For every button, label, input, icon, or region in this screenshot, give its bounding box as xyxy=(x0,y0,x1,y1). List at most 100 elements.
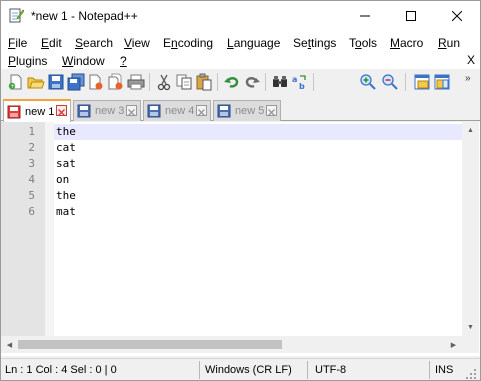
print-icon[interactable] xyxy=(127,73,145,91)
menu-help[interactable]: ? xyxy=(120,54,127,68)
svg-text:a: a xyxy=(292,75,297,84)
notepad-icon xyxy=(9,8,24,23)
saved-file-icon xyxy=(147,104,161,118)
toolbar: + a b » xyxy=(1,69,480,97)
scroll-up-icon[interactable]: ▲ xyxy=(462,122,479,139)
menu-plugins-label: lugins xyxy=(16,54,48,68)
close-window-button[interactable] xyxy=(434,1,480,31)
menu-search-accel: S xyxy=(75,36,84,50)
toolbar-separator xyxy=(265,73,266,91)
new-file-icon[interactable]: + xyxy=(7,73,25,91)
redo-icon[interactable] xyxy=(243,73,261,91)
eol-format[interactable]: Windows (CR LF) xyxy=(205,364,292,376)
paste-icon[interactable] xyxy=(195,73,213,91)
horizontal-scroll-thumb[interactable] xyxy=(18,340,282,349)
vertical-scrollbar[interactable]: ▲ ▼ xyxy=(462,122,479,336)
editor-area[interactable]: 1 2 3 4 5 6 the cat sat on the mat ▲ ▼ ◀… xyxy=(1,122,480,356)
replace-icon[interactable]: ab xyxy=(291,73,309,91)
tab-label: new 5 xyxy=(235,105,265,117)
tab-close-icon[interactable] xyxy=(266,105,277,116)
svg-text:+: + xyxy=(10,83,15,90)
tab-close-icon[interactable] xyxy=(56,105,67,116)
saved-file-icon xyxy=(217,104,231,118)
title-bar: *new 1 - Notepad++ xyxy=(1,1,480,31)
menu-language-accel: L xyxy=(227,36,234,50)
menu-macro-label: acro xyxy=(400,36,424,50)
open-file-icon[interactable] xyxy=(27,73,45,91)
close-file-icon[interactable] xyxy=(87,73,105,91)
menu-edit[interactable]: Edit xyxy=(41,36,62,50)
menu-window[interactable]: Window xyxy=(62,54,105,68)
cursor-position: Ln : 1 Col : 4 Sel : 0 | 0 xyxy=(5,364,117,376)
scroll-right-icon[interactable]: ▶ xyxy=(445,336,462,353)
sync-vertical-icon[interactable] xyxy=(413,73,431,91)
tab-new-3[interactable]: new 3 xyxy=(73,100,141,121)
scroll-left-icon[interactable]: ◀ xyxy=(1,336,18,353)
close-icon xyxy=(452,11,462,21)
menu-language[interactable]: Language xyxy=(227,36,280,50)
saved-file-icon xyxy=(77,104,91,118)
menu-run-accel: R xyxy=(438,36,447,50)
menu-tools-accel: o xyxy=(355,36,362,50)
undo-icon[interactable] xyxy=(223,73,241,91)
menu-tools[interactable]: Tools xyxy=(349,36,377,50)
line-number: 1 xyxy=(28,125,35,138)
code-line[interactable]: the xyxy=(56,188,76,204)
menu-macro[interactable]: Macro xyxy=(390,36,423,50)
menu-window-accel: W xyxy=(62,54,74,68)
sync-horizontal-icon[interactable] xyxy=(433,73,451,91)
line-number: 2 xyxy=(28,141,35,154)
tab-new-1[interactable]: new 1 xyxy=(3,99,71,122)
status-separator xyxy=(199,361,200,379)
minimize-button[interactable] xyxy=(342,1,388,31)
unsaved-file-icon xyxy=(7,105,21,118)
find-icon[interactable] xyxy=(271,73,289,91)
copy-icon[interactable] xyxy=(175,73,193,91)
horizontal-scrollbar[interactable]: ◀ ▶ xyxy=(1,336,462,353)
tab-close-icon[interactable] xyxy=(126,105,137,116)
file-encoding[interactable]: UTF-8 xyxy=(315,364,346,376)
status-bar: Ln : 1 Col : 4 Sel : 0 | 0 Windows (CR L… xyxy=(1,358,480,380)
menu-plugins[interactable]: Plugins xyxy=(8,54,47,68)
status-separator xyxy=(429,361,430,379)
menu-search[interactable]: Search xyxy=(75,36,113,50)
close-document-button[interactable]: X xyxy=(467,53,475,67)
minimize-icon xyxy=(360,15,370,17)
save-all-icon[interactable] xyxy=(67,73,85,91)
code-line[interactable]: cat xyxy=(56,140,76,156)
code-line[interactable]: the xyxy=(56,124,76,140)
cut-icon[interactable] xyxy=(155,73,173,91)
tab-label: new 3 xyxy=(95,105,125,117)
code-line[interactable]: sat xyxy=(56,156,76,172)
tab-bar: new 1 new 3 new 4 new 5 xyxy=(1,97,480,122)
menu-view-accel: V xyxy=(124,36,132,50)
scroll-down-icon[interactable]: ▼ xyxy=(462,319,479,336)
resize-grip-icon[interactable] xyxy=(466,369,476,379)
tab-new-5[interactable]: new 5 xyxy=(213,100,281,121)
maximize-icon xyxy=(406,11,416,21)
menu-encoding[interactable]: Encoding xyxy=(163,36,213,50)
scroll-corner xyxy=(462,336,479,353)
zoom-in-icon[interactable] xyxy=(359,73,377,91)
toolbar-overflow-button[interactable]: » xyxy=(465,73,471,84)
menu-view[interactable]: View xyxy=(124,36,150,50)
maximize-button[interactable] xyxy=(388,1,434,31)
fold-margin[interactable] xyxy=(45,122,54,336)
menu-settings[interactable]: Settings xyxy=(293,36,336,50)
tab-close-icon[interactable] xyxy=(196,105,207,116)
code-line[interactable]: mat xyxy=(56,204,76,220)
menu-window-label: indow xyxy=(73,54,105,68)
line-number: 5 xyxy=(28,189,35,202)
code-line[interactable]: on xyxy=(56,172,69,188)
menu-file[interactable]: File xyxy=(8,36,27,50)
menu-encoding-label: coding xyxy=(177,36,214,50)
window-title: *new 1 - Notepad++ xyxy=(31,9,138,23)
save-icon[interactable] xyxy=(47,73,65,91)
insert-mode[interactable]: INS xyxy=(435,364,453,376)
tab-label: new 4 xyxy=(165,105,195,117)
tab-new-4[interactable]: new 4 xyxy=(143,100,211,121)
zoom-out-icon[interactable] xyxy=(381,73,399,91)
close-all-icon[interactable] xyxy=(107,73,125,91)
menu-tools-label: ols xyxy=(361,36,378,50)
menu-run[interactable]: Run xyxy=(438,36,460,50)
